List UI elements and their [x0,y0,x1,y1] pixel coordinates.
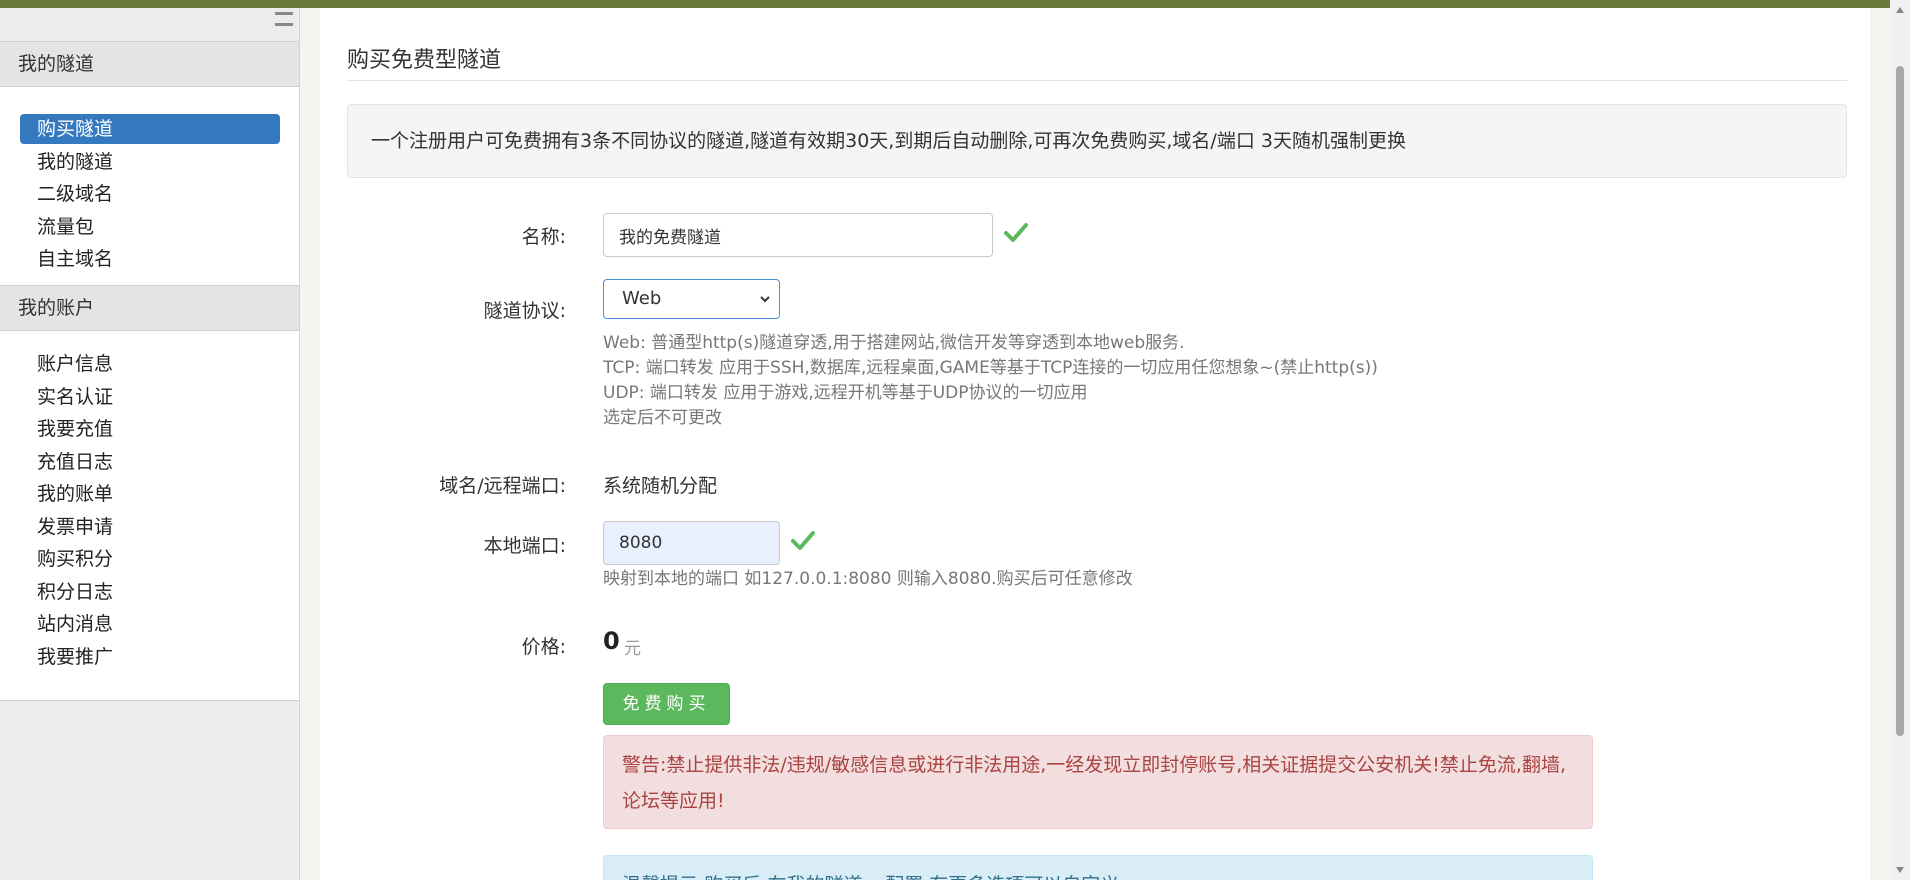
sidebar-section-account: 我的账户 [0,285,299,331]
protocol-label: 隧道协议: [483,300,566,322]
protocol-select[interactable]: Web [603,279,780,319]
tunnel-name-input[interactable] [603,213,993,257]
sidebar-section-tunnels: 我的隧道 [0,41,299,87]
sidebar-tunnel-list: 购买隧道 我的隧道 二级域名 流量包 自主域名 [0,87,299,293]
sidebar-item-buy-tunnel[interactable]: 购买隧道 [20,114,280,144]
domain-value: 系统随机分配 [603,475,718,497]
sidebar-item-recharge[interactable]: 我要充值 [20,414,280,444]
help-web: Web: 普通型http(s)隧道穿透,用于搭建网站,微信开发等穿透到本地web… [603,333,1185,353]
sidebar-item-my-tunnels[interactable]: 我的隧道 [20,147,280,177]
local-port-input[interactable] [603,521,780,565]
price-unit: 元 [624,639,641,659]
price-value: 0 [603,627,620,655]
scroll-thumb[interactable] [1896,66,1904,736]
sidebar-account-list: 账户信息 实名认证 我要充值 充值日志 我的账单 发票申请 购买积分 积分日志 … [0,331,299,701]
sidebar-item-account-info[interactable]: 账户信息 [20,349,280,379]
sidebar-item-referral[interactable]: 我要推广 [20,642,280,672]
chevron-down-icon [760,296,770,303]
help-tcp: TCP: 端口转发 应用于SSH,数据库,远程桌面,GAME等基于TCP连接的一… [603,358,1378,378]
free-buy-button[interactable]: 免费购买 [603,683,730,725]
local-port-label: 本地端口: [483,535,566,557]
sidebar-item-buy-points[interactable]: 购买积分 [20,544,280,574]
scroll-down-arrow-icon[interactable] [1895,866,1905,874]
tip-alert: 温馨提示:购买后,在我的隧道->配置,有更多选项可以自定义 [603,855,1593,880]
sidebar-item-points-log[interactable]: 积分日志 [20,577,280,607]
sidebar-item-messages[interactable]: 站内消息 [20,609,280,639]
sidebar-item-bills[interactable]: 我的账单 [20,479,280,509]
page-title: 购买免费型隧道 [347,48,502,73]
sidebar-item-subdomain[interactable]: 二级域名 [20,179,280,209]
port-valid-check-icon [791,531,815,550]
help-immutable: 选定后不可更改 [603,408,722,428]
name-valid-check-icon [1004,223,1028,242]
warning-alert: 警告:禁止提供非法/违规/敏感信息或进行非法用途,一经发现立即封停账号,相关证据… [603,735,1593,829]
local-port-help: 映射到本地的端口 如127.0.0.1:8080 则输入8080.购买后可任意修… [603,569,1133,589]
sidebar-item-verification[interactable]: 实名认证 [20,382,280,412]
protocol-help: Web: 普通型http(s)隧道穿透,用于搭建网站,微信开发等穿透到本地web… [603,331,1378,431]
help-udp: UDP: 端口转发 应用于游戏,远程开机等基于UDP协议的一切应用 [603,383,1088,403]
sidebar-item-invoice[interactable]: 发票申请 [20,512,280,542]
page-scrollbar[interactable] [1890,0,1910,880]
sidebar-item-traffic-pack[interactable]: 流量包 [20,212,280,242]
free-tunnel-notice: 一个注册用户可免费拥有3条不同协议的隧道,隧道有效期30天,到期后自动删除,可再… [347,104,1847,178]
sidebar-item-custom-domain[interactable]: 自主域名 [20,244,280,274]
domain-label: 域名/远程端口: [439,475,566,497]
top-accent-bar [0,0,1910,8]
scroll-up-arrow-icon[interactable] [1895,6,1905,14]
protocol-selected-value: Web [622,288,662,309]
title-divider [347,80,1847,81]
sidebar-item-recharge-log[interactable]: 充值日志 [20,447,280,477]
price-label: 价格: [521,636,566,658]
sidebar-collapse-icon[interactable] [275,12,293,26]
sidebar: 我的隧道 购买隧道 我的隧道 二级域名 流量包 自主域名 我的账户 账户信息 实… [0,8,300,880]
name-label: 名称: [521,226,566,248]
